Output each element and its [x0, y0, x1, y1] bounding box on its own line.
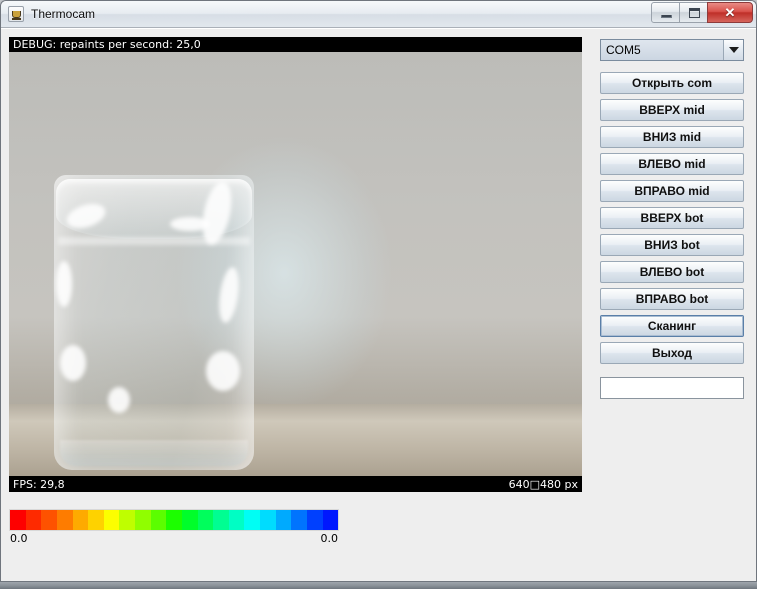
color-scale-swatch	[88, 510, 104, 530]
fps-label: FPS: 29,8	[13, 477, 65, 491]
color-scale-swatch	[275, 510, 292, 530]
color-scale-swatch	[72, 510, 89, 530]
command-button[interactable]: ВНИЗ mid	[600, 126, 744, 148]
color-scale-swatch	[306, 510, 323, 530]
application-window: Thermocam ✕ DEBUG: repaints per second: …	[0, 0, 757, 582]
color-scale-swatch	[103, 510, 120, 530]
color-scale-swatch	[181, 510, 198, 530]
color-scale-swatch	[135, 510, 151, 530]
resolution-label: 640□480 px	[508, 477, 578, 491]
java-coffee-cup-icon	[8, 6, 24, 22]
color-scale-swatch	[260, 510, 276, 530]
command-button-stack: Открыть com ВВЕРХ mid ВНИЗ mid ВЛЕВО mid ВПР…	[600, 67, 744, 364]
command-button[interactable]: ВПРАВО bot	[600, 288, 744, 310]
minimize-button[interactable]	[651, 2, 680, 23]
color-scale-bar	[9, 509, 339, 531]
glass-highlight	[206, 351, 240, 391]
glass-highlight	[56, 261, 72, 307]
command-button[interactable]: ВЛЕВО mid	[600, 153, 744, 175]
glass-base	[60, 440, 248, 466]
color-scale-swatch	[213, 510, 229, 530]
color-scale-swatch	[119, 510, 135, 530]
glass-object	[54, 175, 254, 470]
camera-frame	[9, 47, 582, 482]
color-scale-swatch	[228, 510, 245, 530]
color-scale-swatch	[244, 510, 260, 530]
color-scale-swatch	[166, 510, 182, 530]
video-status-overlay: FPS: 29,8 640□480 px	[9, 476, 582, 492]
com-port-value: COM5	[601, 40, 723, 60]
color-scale-swatch	[322, 510, 339, 530]
scale-max-label: 0.0	[320, 532, 339, 545]
chevron-down-icon[interactable]	[723, 40, 743, 60]
color-scale-swatch	[25, 510, 42, 530]
glass-highlight	[60, 345, 86, 381]
color-scale-swatch	[10, 510, 26, 530]
close-icon: ✕	[724, 5, 736, 20]
command-button[interactable]: ВВЕРХ mid	[600, 99, 744, 121]
glass-highlight	[170, 217, 210, 231]
command-button[interactable]: ВПРАВО mid	[600, 180, 744, 202]
debug-overlay: DEBUG: repaints per second: 25,0	[9, 37, 582, 52]
glass-highlight	[216, 266, 242, 324]
client-area: DEBUG: repaints per second: 25,0 FPS: 29…	[1, 28, 756, 581]
maximize-icon	[689, 8, 700, 18]
video-preview-panel[interactable]: DEBUG: repaints per second: 25,0 FPS: 29…	[9, 37, 582, 492]
color-scale: 0.0 0.0	[9, 509, 339, 545]
color-scale-swatch	[150, 510, 167, 530]
window-title: Thermocam	[31, 7, 96, 21]
color-scale-labels: 0.0 0.0	[9, 532, 339, 545]
command-button[interactable]: Выход	[600, 342, 744, 364]
status-input[interactable]	[600, 377, 744, 399]
color-scale-swatch	[291, 510, 307, 530]
title-bar[interactable]: Thermocam ✕	[1, 1, 756, 28]
command-button[interactable]: ВВЕРХ bot	[600, 207, 744, 229]
upper-row: DEBUG: repaints per second: 25,0 FPS: 29…	[9, 37, 748, 495]
command-button[interactable]: Сканинг	[600, 315, 744, 337]
color-scale-swatch	[41, 510, 57, 530]
command-button[interactable]: ВЛЕВО bot	[600, 261, 744, 283]
command-button[interactable]: ВНИЗ bot	[600, 234, 744, 256]
com-port-select[interactable]: COM5	[600, 39, 744, 61]
minimize-icon	[661, 15, 672, 18]
glass-highlight	[108, 387, 130, 413]
color-scale-swatch	[197, 510, 214, 530]
close-button[interactable]: ✕	[707, 2, 753, 23]
window-controls: ✕	[651, 2, 753, 23]
glass-band	[58, 237, 250, 245]
command-button[interactable]: Открыть com	[600, 72, 744, 94]
scale-min-label: 0.0	[10, 532, 28, 545]
window-bottom-edge	[0, 582, 757, 589]
color-scale-swatch	[56, 510, 73, 530]
maximize-button[interactable]	[679, 2, 708, 23]
control-panel: COM5 Открыть com ВВЕРХ mid ВНИЗ mid ВЛЕВО m…	[582, 37, 748, 399]
